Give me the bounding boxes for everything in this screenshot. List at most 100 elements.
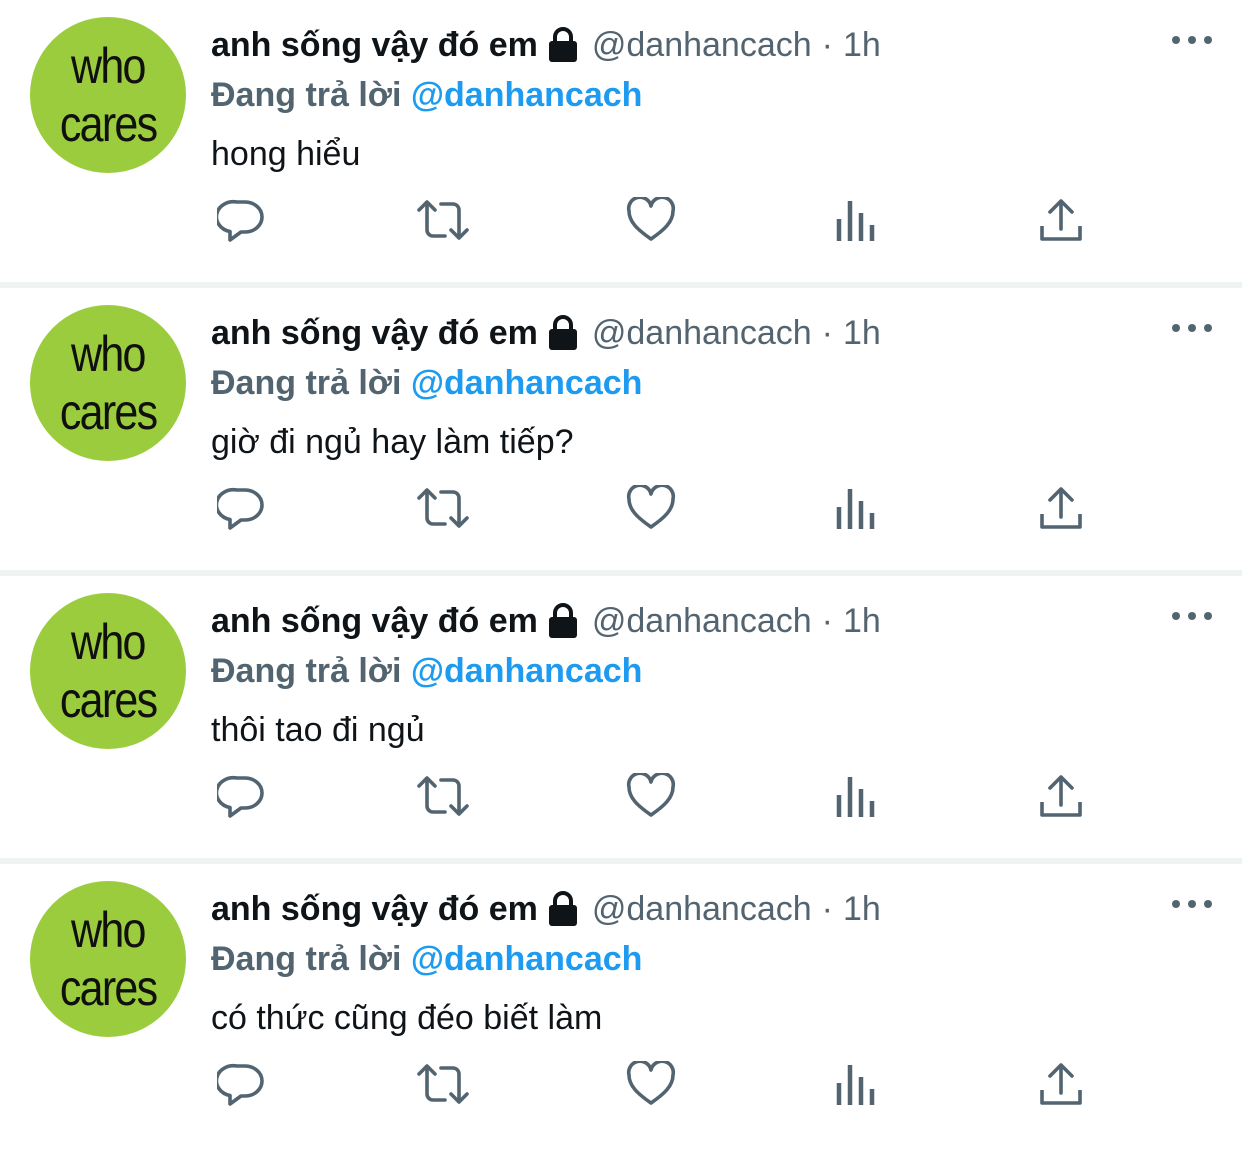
timestamp[interactable]: 1h (843, 26, 881, 65)
views-button[interactable] (826, 190, 886, 250)
separator-dot: · (821, 889, 833, 928)
user-handle[interactable]: @danhancach (592, 602, 812, 641)
avatar[interactable]: who cares (30, 881, 186, 1037)
reply-button[interactable] (211, 766, 271, 826)
avatar-text-line2: cares (59, 384, 158, 440)
views-icon (834, 1061, 878, 1107)
avatar-text-line2: cares (59, 960, 158, 1016)
views-icon (834, 197, 878, 243)
tweet-content: anh sống vậy đó em @danhancach · 1h Đang… (211, 596, 1182, 760)
action-bar (211, 766, 1091, 826)
reply-icon (217, 484, 265, 532)
tweet-header: anh sống vậy đó em @danhancach · 1h (211, 308, 1182, 358)
tweet-content: anh sống vậy đó em @danhancach · 1h Đang… (211, 308, 1182, 472)
more-icon[interactable] (1172, 606, 1212, 626)
views-icon (834, 773, 878, 819)
user-handle[interactable]: @danhancach (592, 314, 812, 353)
views-icon (834, 485, 878, 531)
avatar[interactable]: who cares (30, 593, 186, 749)
reply-button[interactable] (211, 1054, 271, 1114)
views-button[interactable] (826, 1054, 886, 1114)
replying-label: Đang trả lời (211, 364, 402, 402)
mention-link[interactable]: @danhancach (411, 940, 643, 978)
action-bar (211, 190, 1091, 250)
timestamp[interactable]: 1h (843, 890, 881, 929)
share-button[interactable] (1031, 766, 1091, 826)
reply-button[interactable] (211, 478, 271, 538)
tweet-content: anh sống vậy đó em @danhancach · 1h Đang… (211, 20, 1182, 184)
user-handle[interactable]: @danhancach (592, 26, 812, 65)
separator-dot: · (821, 25, 833, 64)
lock-icon (546, 602, 580, 640)
retweet-icon (415, 196, 471, 244)
replying-to: Đang trả lời @danhancach (211, 358, 1182, 408)
action-bar (211, 1054, 1091, 1114)
lock-icon (546, 890, 580, 928)
views-button[interactable] (826, 766, 886, 826)
retweet-button[interactable] (413, 478, 473, 538)
display-name[interactable]: anh sống vậy đó em (211, 890, 538, 929)
like-button[interactable] (621, 766, 681, 826)
retweet-button[interactable] (413, 190, 473, 250)
share-icon (1038, 197, 1084, 243)
tweet-text: giờ đi ngủ hay làm tiếp? (211, 423, 574, 461)
action-bar (211, 478, 1091, 538)
reply-button[interactable] (211, 190, 271, 250)
share-icon (1038, 773, 1084, 819)
avatar[interactable]: who cares (30, 305, 186, 461)
tweet[interactable]: who cares anh sống vậy đó em @danhancach… (0, 576, 1242, 864)
retweet-button[interactable] (413, 766, 473, 826)
avatar-text-line1: who (71, 614, 146, 670)
more-icon[interactable] (1172, 318, 1212, 338)
tweet-content: anh sống vậy đó em @danhancach · 1h Đang… (211, 884, 1182, 1048)
share-button[interactable] (1031, 1054, 1091, 1114)
tweet[interactable]: who cares anh sống vậy đó em @danhancach… (0, 864, 1242, 1152)
timestamp[interactable]: 1h (843, 314, 881, 353)
replying-to: Đang trả lời @danhancach (211, 70, 1182, 120)
tweet[interactable]: who cares anh sống vậy đó em @danhancach… (0, 288, 1242, 576)
avatar[interactable]: who cares (30, 17, 186, 173)
share-icon (1038, 485, 1084, 531)
like-icon (626, 485, 676, 531)
retweet-icon (415, 1060, 471, 1108)
timestamp[interactable]: 1h (843, 602, 881, 641)
retweet-icon (415, 772, 471, 820)
lock-icon (546, 26, 580, 64)
more-icon[interactable] (1172, 30, 1212, 50)
like-button[interactable] (621, 190, 681, 250)
reply-icon (217, 772, 265, 820)
replying-label: Đang trả lời (211, 652, 402, 690)
tweet-text: thôi tao đi ngủ (211, 711, 425, 749)
reply-icon (217, 1060, 265, 1108)
tweet-header: anh sống vậy đó em @danhancach · 1h (211, 596, 1182, 646)
like-icon (626, 773, 676, 819)
like-button[interactable] (621, 478, 681, 538)
like-icon (626, 197, 676, 243)
avatar-text-line1: who (71, 902, 146, 958)
tweet-header: anh sống vậy đó em @danhancach · 1h (211, 20, 1182, 70)
retweet-button[interactable] (413, 1054, 473, 1114)
replying-label: Đang trả lời (211, 76, 402, 114)
display-name[interactable]: anh sống vậy đó em (211, 602, 538, 641)
tweet[interactable]: who cares anh sống vậy đó em @danhancach… (0, 0, 1242, 288)
tweet-header: anh sống vậy đó em @danhancach · 1h (211, 884, 1182, 934)
views-button[interactable] (826, 478, 886, 538)
replying-label: Đang trả lời (211, 940, 402, 978)
retweet-icon (415, 484, 471, 532)
user-handle[interactable]: @danhancach (592, 890, 812, 929)
avatar-text-line2: cares (59, 96, 158, 152)
tweet-text: hong hiểu (211, 135, 361, 173)
display-name[interactable]: anh sống vậy đó em (211, 26, 538, 65)
mention-link[interactable]: @danhancach (411, 76, 643, 114)
replying-to: Đang trả lời @danhancach (211, 934, 1182, 984)
display-name[interactable]: anh sống vậy đó em (211, 314, 538, 353)
timeline: who cares anh sống vậy đó em @danhancach… (0, 0, 1242, 1152)
share-button[interactable] (1031, 190, 1091, 250)
mention-link[interactable]: @danhancach (411, 364, 643, 402)
mention-link[interactable]: @danhancach (411, 652, 643, 690)
avatar-text-line1: who (71, 326, 146, 382)
like-button[interactable] (621, 1054, 681, 1114)
share-button[interactable] (1031, 478, 1091, 538)
replying-to: Đang trả lời @danhancach (211, 646, 1182, 696)
more-icon[interactable] (1172, 894, 1212, 914)
